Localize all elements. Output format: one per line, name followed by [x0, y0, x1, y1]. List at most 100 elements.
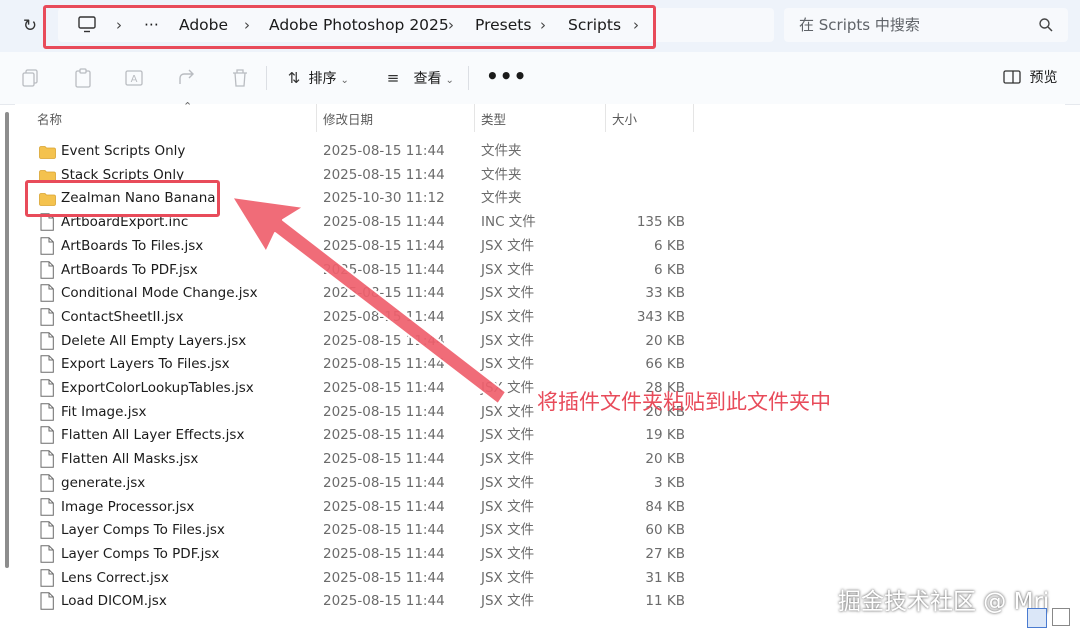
file-size: 20 KB [645, 332, 685, 349]
file-size: 20 KB [645, 451, 685, 468]
file-date: 2025-08-15 11:44 [323, 403, 445, 420]
file-size: 3 KB [654, 474, 685, 491]
file-icon [39, 308, 55, 326]
file-name: Fit Image.jsx [61, 403, 147, 420]
file-name: generate.jsx [61, 474, 146, 491]
column-header-type[interactable]: 类型 [481, 107, 506, 133]
copy-icon[interactable] [19, 67, 41, 89]
annotation-text: 将插件文件夹粘贴到此文件夹中 [537, 390, 831, 414]
column-divider[interactable] [693, 104, 694, 132]
file-date: 2025-08-15 11:44 [323, 545, 445, 562]
file-type: INC 文件 [481, 214, 536, 231]
file-date: 2025-10-30 11:12 [323, 190, 445, 207]
file-type: JSX 文件 [481, 474, 535, 491]
file-icon [39, 379, 55, 397]
file-row[interactable]: Conditional Mode Change.jsx 2025-08-15 11… [15, 281, 1065, 305]
rename-icon[interactable]: A [124, 67, 146, 89]
file-name: ExportColorLookupTables.jsx [61, 380, 254, 396]
file-row[interactable]: Layer Comps To PDF.jsx 2025-08-15 11:44 JS… [15, 542, 1065, 566]
file-date: 2025-08-15 11:44 [323, 474, 445, 491]
file-row[interactable]: generate.jsx 2025-08-15 11:44 JSX 文件 3 KB [15, 471, 1065, 495]
sort-button[interactable]: ⇅ 排序 ⌄ [284, 66, 349, 90]
file-icon [39, 450, 55, 468]
file-type: JSX 文件 [481, 522, 535, 539]
file-name: Lens Correct.jsx [61, 569, 169, 586]
file-type: JSX 文件 [481, 261, 535, 278]
file-date: 2025-08-15 11:44 [323, 451, 445, 468]
file-type: JSX 文件 [481, 593, 535, 610]
refresh-icon[interactable]: ↻ [18, 14, 42, 38]
column-divider[interactable] [605, 104, 606, 132]
view-icon: ≡ [386, 69, 400, 87]
target-folder-highlight-box [25, 180, 220, 217]
file-name: Layer Comps To Files.jsx [61, 522, 225, 539]
file-icon [39, 260, 55, 279]
file-type: JSX 文件 [481, 498, 535, 515]
file-type: JSX 文件 [481, 285, 535, 302]
tiles-view-icon[interactable] [1052, 608, 1070, 626]
file-row[interactable]: Image Processor.jsx 2025-08-15 11:44 JSX 文… [15, 495, 1065, 519]
file-icon [39, 592, 55, 611]
file-size: 19 KB [645, 427, 685, 444]
search-icon[interactable] [1038, 17, 1054, 33]
file-row[interactable]: Delete All Empty Layers.jsx 2025-08-15 11… [15, 329, 1065, 353]
file-name: Flatten All Masks.jsx [61, 451, 199, 468]
preview-label: 预览 [1029, 70, 1058, 86]
column-divider[interactable] [316, 104, 317, 132]
file-size: 6 KB [654, 261, 685, 278]
file-size: 343 KB [636, 308, 685, 325]
file-date: 2025-08-15 11:44 [323, 332, 445, 349]
file-row[interactable]: ArtBoards To PDF.jsx 2025-08-15 11:44 JSX … [15, 258, 1065, 282]
folder-icon [39, 168, 56, 183]
column-header-name[interactable]: 名称 [37, 107, 62, 133]
search-input[interactable]: 在 Scripts 中搜索 [784, 8, 1068, 42]
file-row[interactable]: ArtBoards To Files.jsx 2025-08-15 11:44 JS… [15, 234, 1065, 258]
details-view-icon[interactable] [1027, 608, 1047, 628]
file-icon [39, 355, 55, 374]
file-type: JSX 文件 [481, 380, 535, 396]
toolbar-separator [468, 66, 469, 90]
delete-icon[interactable] [229, 67, 251, 89]
file-name: Conditional Mode Change.jsx [61, 285, 258, 302]
more-options-button[interactable]: ••• [486, 64, 527, 88]
file-icon [39, 521, 55, 539]
vertical-scrollbar[interactable] [5, 112, 9, 568]
chevron-down-icon: ⌄ [340, 75, 349, 86]
file-date: 2025-08-15 11:44 [323, 166, 445, 183]
file-type: 文件夹 [481, 190, 522, 207]
file-icon [39, 236, 55, 255]
address-bar-row: ↻ › ··· Adobe › Adobe Photoshop 2025 › P… [0, 0, 1080, 52]
column-header-date[interactable]: 修改日期 [323, 107, 373, 133]
file-date: 2025-08-15 11:44 [323, 593, 445, 610]
share-icon[interactable] [176, 67, 198, 89]
file-size: 11 KB [645, 593, 685, 610]
file-date: 2025-08-15 11:44 [323, 356, 445, 373]
file-date: 2025-08-15 11:44 [323, 214, 445, 231]
file-row[interactable]: ContactSheetII.jsx 2025-08-15 11:44 JSX 文件… [15, 305, 1065, 329]
file-icon [39, 402, 55, 421]
view-button[interactable]: ≡ 查看 ⌄ [383, 66, 454, 90]
file-row[interactable]: Event Scripts Only 2025-08-15 11:44 文件夹 [15, 139, 1065, 163]
file-date: 2025-08-15 11:44 [323, 143, 445, 159]
watermark: 掘金技术社区 @ Mrj [838, 589, 1050, 615]
file-type: JSX 文件 [481, 332, 535, 349]
file-icon [39, 331, 55, 350]
file-size: 135 KB [636, 214, 685, 231]
preview-pane-icon [1003, 70, 1021, 84]
file-name: Image Processor.jsx [61, 498, 195, 515]
file-type: JSX 文件 [481, 356, 535, 373]
file-row[interactable]: Layer Comps To Files.jsx 2025-08-15 11:44… [15, 518, 1065, 542]
file-type: JSX 文件 [481, 427, 535, 444]
preview-pane-button[interactable]: 预览 [1003, 66, 1057, 90]
file-row[interactable]: Flatten All Masks.jsx 2025-08-15 11:44 JSX… [15, 447, 1065, 471]
file-icon [39, 545, 55, 563]
file-size: 66 KB [645, 356, 685, 373]
file-row[interactable]: Flatten All Layer Effects.jsx 2025-08-15 … [15, 423, 1065, 447]
file-row[interactable]: Export Layers To Files.jsx 2025-08-15 11:… [15, 352, 1065, 376]
file-name: Event Scripts Only [61, 143, 186, 159]
chevron-down-icon: ⌄ [445, 75, 454, 86]
paste-icon[interactable] [72, 67, 94, 89]
file-type: JSX 文件 [481, 308, 535, 325]
column-divider[interactable] [474, 104, 475, 132]
column-header-size[interactable]: 大小 [612, 107, 637, 133]
